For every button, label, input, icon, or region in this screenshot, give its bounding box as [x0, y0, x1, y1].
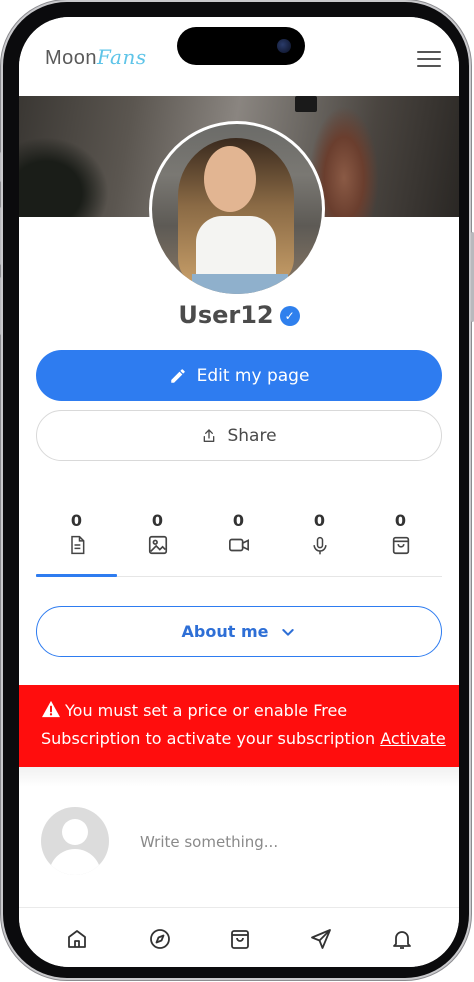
stat-posts[interactable]: 0 [36, 511, 117, 558]
edit-page-label: Edit my page [196, 365, 310, 386]
posts-icon [36, 534, 117, 558]
stat-audio-count: 0 [313, 511, 326, 530]
dynamic-island [177, 27, 305, 65]
share-icon [201, 428, 217, 444]
content-stats: 0 0 0 0 0 [36, 511, 442, 579]
stat-shop[interactable]: 0 [360, 511, 441, 558]
stat-photos[interactable]: 0 [117, 511, 198, 558]
stat-posts-count: 0 [70, 511, 83, 530]
about-me-label: About me [181, 622, 269, 641]
microphone-icon [279, 534, 360, 558]
home-icon[interactable] [62, 924, 92, 954]
stat-videos-count: 0 [232, 511, 245, 530]
videos-icon [198, 534, 279, 558]
bottom-navigation [19, 907, 459, 967]
camera-icon [277, 39, 291, 53]
subscription-alert: You must set a price or enable Free Subs… [19, 685, 459, 767]
volume-down-button [0, 277, 1, 335]
logo-moon-text: Moon [45, 47, 98, 69]
pencil-icon [169, 367, 187, 385]
alert-line2: Subscription to activate your subscripti… [41, 729, 376, 748]
screen: MoonFans User12 ✓ Edit my page Share 0 0… [19, 17, 459, 967]
warning-icon [41, 700, 61, 726]
phone-frame: MoonFans User12 ✓ Edit my page Share 0 0… [0, 2, 474, 978]
explore-icon[interactable] [145, 924, 175, 954]
bell-icon[interactable] [387, 924, 417, 954]
alert-line1: You must set a price or enable Free [65, 701, 348, 720]
share-button[interactable]: Share [36, 410, 442, 461]
stat-audio[interactable]: 0 [279, 511, 360, 558]
about-me-button[interactable]: About me [36, 606, 442, 657]
edit-page-button[interactable]: Edit my page [36, 350, 442, 401]
stat-shop-count: 0 [394, 511, 407, 530]
chevron-down-icon [280, 624, 296, 640]
profile-avatar[interactable] [149, 121, 325, 297]
write-something-input[interactable]: Write something... [140, 833, 278, 851]
section-divider [19, 767, 459, 787]
active-tab-indicator [36, 574, 117, 577]
stat-photos-count: 0 [151, 511, 164, 530]
logo[interactable]: MoonFans [45, 45, 147, 70]
avatar-photo [152, 124, 322, 294]
activate-link[interactable]: Activate [380, 729, 446, 748]
cover-palm-shape [19, 137, 109, 217]
post-composer: Write something... [19, 787, 459, 897]
verified-icon: ✓ [279, 306, 300, 326]
mute-switch [0, 152, 1, 182]
hamburger-menu-icon[interactable] [417, 51, 441, 69]
cover-phone-shape [295, 96, 317, 112]
username-row: User12 ✓ [19, 301, 459, 329]
volume-up-button [0, 207, 1, 265]
send-icon[interactable] [306, 924, 336, 954]
photos-icon [117, 534, 198, 558]
share-label: Share [227, 425, 277, 446]
logo-fans-text: Fans [97, 45, 147, 69]
user-avatar-placeholder [41, 807, 109, 875]
shop-icon[interactable] [225, 924, 255, 954]
shopping-bag-icon [360, 534, 441, 558]
username: User12 [178, 301, 274, 329]
stat-videos[interactable]: 0 [198, 511, 279, 558]
